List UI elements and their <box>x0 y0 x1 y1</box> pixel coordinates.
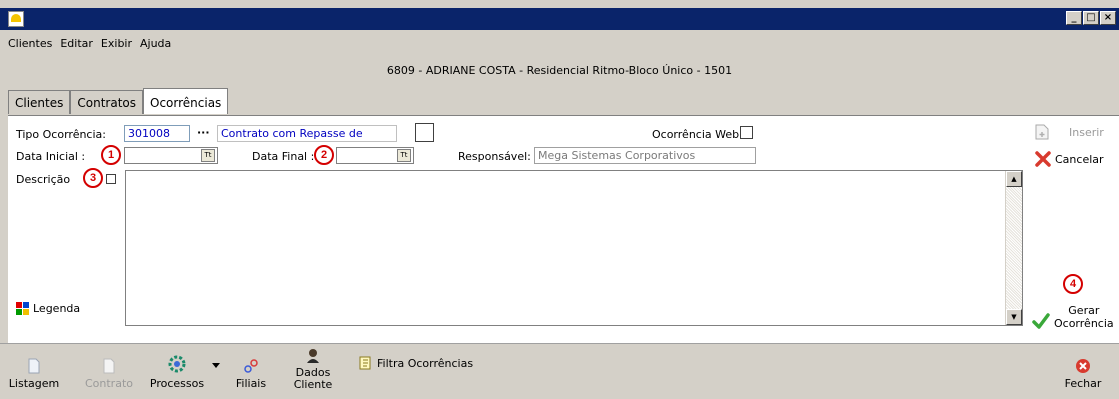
record-header: 6809 - ADRIANE COSTA - Residencial Ritmo… <box>386 64 733 77</box>
title-bar: _ □ × <box>0 8 1119 30</box>
descricao-checkbox[interactable] <box>106 174 116 184</box>
legenda-button[interactable]: Legenda <box>16 302 80 315</box>
cancelar-button[interactable]: Cancelar <box>1035 151 1104 167</box>
menu-clientes[interactable]: Clientes <box>8 37 52 50</box>
app-icon[interactable] <box>8 11 24 27</box>
gerar-ocorrencia-button[interactable]: Gerar Ocorrência <box>1032 304 1114 330</box>
tipo-ocorrencia-label: Tipo Ocorrência: <box>16 128 106 141</box>
cancelar-label: Cancelar <box>1055 152 1104 166</box>
tipo-ocorrencia-description: Contrato com Repasse de <box>217 125 397 142</box>
filter-icon <box>359 356 371 370</box>
contract-icon <box>103 358 115 374</box>
tab-strip: Clientes Contratos Ocorrências <box>8 88 229 114</box>
menu-ajuda[interactable]: Ajuda <box>140 37 171 50</box>
menu-editar[interactable]: Editar <box>60 37 93 50</box>
data-inicial-label: Data Inicial : <box>16 150 86 163</box>
color-box[interactable] <box>415 123 434 142</box>
fechar-button[interactable]: Fechar <box>1056 358 1110 390</box>
processos-label: Processos <box>149 377 205 390</box>
close-icon <box>1076 359 1090 373</box>
tab-ocorrencias[interactable]: Ocorrências <box>143 88 229 114</box>
descricao-label: Descrição <box>16 173 71 186</box>
callout-marker-2: 2 <box>314 145 334 165</box>
inserir-button[interactable]: Inserir <box>1035 124 1104 140</box>
cancel-x-icon <box>1035 151 1051 167</box>
ocorrencia-web-label: Ocorrência Web <box>652 128 740 141</box>
calendar-icon[interactable]: Tt <box>201 149 215 162</box>
filtra-ocorrencias-button[interactable]: Filtra Ocorrências <box>359 356 473 370</box>
scroll-up-button[interactable]: ▲ <box>1006 171 1022 187</box>
listagem-label: Listagem <box>8 377 60 390</box>
calendar-icon[interactable]: Tt <box>397 149 411 162</box>
filiais-label: Filiais <box>235 377 267 390</box>
contrato-label: Contrato <box>84 377 133 390</box>
client-data-icon <box>307 349 319 363</box>
data-final-label: Data Final : <box>252 150 315 163</box>
gerar-ocorrencia-label: Gerar Ocorrência <box>1054 304 1114 330</box>
responsavel-field: Mega Sistemas Corporativos <box>534 147 756 164</box>
bottom-toolbar: Listagem Contrato Processos Filiais Dado… <box>0 343 1119 399</box>
tipo-ocorrencia-code[interactable]: 301008 <box>124 125 190 142</box>
ocorrencia-web-checkbox[interactable] <box>740 126 753 139</box>
callout-marker-1: 1 <box>101 145 121 165</box>
processes-icon <box>168 355 186 373</box>
insert-icon <box>1035 124 1049 140</box>
callout-marker-3: 3 <box>83 168 103 188</box>
inserir-label: Inserir <box>1069 125 1104 139</box>
legenda-label: Legenda <box>33 302 81 315</box>
minimize-button[interactable]: _ <box>1066 11 1082 25</box>
fechar-label: Fechar <box>1064 377 1102 390</box>
filtra-ocorrencias-label: Filtra Ocorrências <box>377 356 474 370</box>
tipo-ocorrencia-lookup-button[interactable]: ··· <box>197 126 210 139</box>
callout-marker-4: 4 <box>1063 274 1083 294</box>
tab-clientes[interactable]: Clientes <box>8 90 71 114</box>
document-icon <box>28 358 40 374</box>
maximize-button[interactable]: □ <box>1083 11 1099 25</box>
dados-cliente-label: Dados Cliente <box>293 366 333 391</box>
vertical-scrollbar[interactable]: ▲ ▼ <box>1005 171 1022 325</box>
contrato-button[interactable]: Contrato <box>82 358 136 390</box>
tab-contratos[interactable]: Contratos <box>70 90 143 114</box>
responsavel-label: Responsável: <box>458 150 531 163</box>
chevron-down-icon[interactable] <box>212 363 220 368</box>
menu-exibir[interactable]: Exibir <box>101 37 132 50</box>
application-window: _ □ × Clientes Editar Exibir Ajuda 6809 … <box>0 0 1119 399</box>
descricao-textarea[interactable]: ▲ ▼ <box>125 170 1023 326</box>
scroll-down-button[interactable]: ▼ <box>1006 309 1022 325</box>
legend-grid-icon <box>16 302 29 315</box>
filiais-button[interactable]: Filiais <box>228 358 274 390</box>
listagem-button[interactable]: Listagem <box>6 358 62 390</box>
menu-bar: Clientes Editar Exibir Ajuda <box>0 32 171 54</box>
dados-cliente-button[interactable]: Dados Cliente <box>290 348 336 391</box>
branches-icon <box>244 359 258 373</box>
processos-button[interactable]: Processos <box>148 354 206 390</box>
checkmark-icon <box>1032 313 1050 329</box>
close-window-button[interactable]: × <box>1100 11 1116 25</box>
